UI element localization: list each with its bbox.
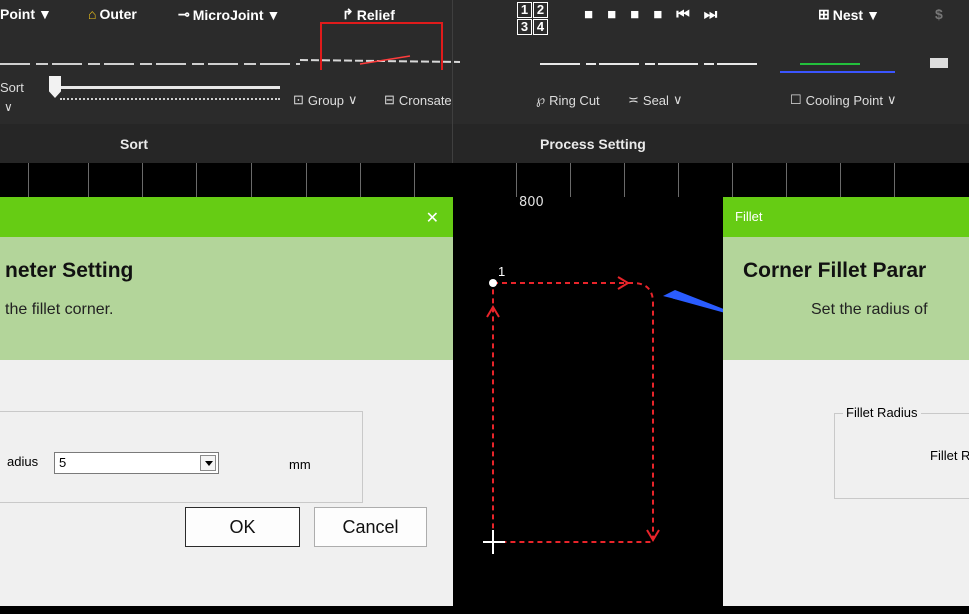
nest-dropdown[interactable]: ⊞ Nest ▼ (818, 6, 880, 23)
fillet-dialog-left: ✕ neter Setting the fillet corner. adius… (0, 197, 453, 606)
dialog-titlebar[interactable]: ✕ (0, 197, 453, 237)
order-4: 4 (533, 19, 548, 35)
chevron-down-icon: ▼ (38, 6, 52, 22)
part-contour (492, 282, 654, 543)
fillet-radius-group: adius 5 mm (0, 411, 363, 503)
ok-button[interactable]: OK (185, 507, 300, 547)
layer-tools: ■ ■ ■ ■ ⏮ ⏭ (584, 6, 717, 23)
point-label: Point (0, 6, 35, 22)
ring-cut-label: Ring Cut (549, 92, 600, 108)
radius-value: 5 (59, 455, 67, 470)
ribbon-row-1: Point ▼ ⌂ Outer ⊸ MicroJoint ▼ ↱ Relief … (0, 2, 969, 35)
drawing-canvas[interactable] (453, 197, 723, 614)
chevron-down-icon: ∨ (348, 92, 358, 107)
radius-combo[interactable]: 5 (54, 452, 219, 474)
unit-label: mm (289, 457, 311, 472)
order-1: 1 (517, 2, 532, 18)
sort-section-label: Sort (120, 136, 148, 152)
seal-dropdown[interactable]: ≍ Seal ∨ (628, 92, 682, 108)
fillet-dialog-right: Fillet Corner Fillet Parar Set the radiu… (723, 197, 969, 606)
highlight-box (320, 22, 443, 70)
compensate-button[interactable]: ⊟ Cronsate (384, 92, 452, 108)
origin-crosshair (483, 530, 505, 554)
seal-icon: ≍ (628, 92, 639, 107)
order-3: 3 (517, 19, 532, 35)
dialog-header: neter Setting the fillet corner. (0, 237, 453, 360)
microjoint-label: MicroJoint (192, 6, 264, 23)
radius-label: Fillet R (930, 448, 969, 463)
cooling-point-icon: ☐ (790, 92, 802, 107)
chevron-down-icon[interactable]: ∨ (4, 100, 13, 114)
bring-forward-icon[interactable]: ■ (584, 6, 593, 23)
sort-label: Sort (0, 80, 24, 95)
dialog-header: Corner Fillet Parar Set the radius of (723, 237, 969, 360)
close-icon[interactable]: ✕ (426, 208, 439, 228)
relief-icon: ↱ (342, 6, 354, 22)
cooling-point-label: Cooling Point (805, 92, 883, 108)
ring-cut-icon: ℘ (536, 92, 546, 107)
cancel-button[interactable]: Cancel (314, 507, 427, 547)
dropdown-arrow-icon[interactable] (200, 455, 216, 471)
order-grid-button[interactable]: 1 2 3 4 (517, 2, 548, 35)
start-point-marker (489, 279, 497, 287)
dialog-subheading: Set the radius of (811, 301, 928, 318)
microjoint-dropdown[interactable]: ⊸ MicroJoint ▼ (178, 6, 280, 23)
group-title: Fillet Radius (843, 405, 921, 420)
ring-cut-button[interactable]: ℘ Ring Cut (536, 92, 600, 108)
microjoint-icon: ⊸ (178, 6, 190, 22)
group-dropdown[interactable]: ⊡ Group ∨ (293, 92, 358, 108)
start-point-label: 1 (498, 264, 506, 279)
sort-slider-thumb[interactable] (49, 76, 61, 98)
chevron-down-icon: ▼ (266, 6, 281, 23)
chevron-down-icon: ∨ (672, 92, 683, 107)
send-backward-icon[interactable]: ■ (607, 6, 616, 23)
sort-slider-track[interactable] (60, 86, 280, 89)
dialog-heading: Corner Fillet Parar (743, 259, 927, 282)
relief-button[interactable]: ↱ Relief (342, 6, 395, 23)
sort-slider-ticks (60, 98, 280, 100)
seal-label: Seal (642, 92, 669, 108)
send-back-icon[interactable]: ■ (653, 6, 662, 23)
last-icon[interactable]: ⏭ (704, 6, 718, 23)
chevron-down-icon: ∨ (886, 92, 897, 107)
radius-label: adius (7, 454, 39, 469)
first-icon[interactable]: ⏮ (676, 6, 690, 23)
process-setting-section-label: Process Setting (540, 136, 646, 152)
bring-front-icon[interactable]: ■ (630, 6, 639, 23)
chevron-down-icon: ▼ (866, 6, 880, 23)
dollar-icon[interactable]: $ (935, 6, 943, 22)
relief-label: Relief (356, 6, 395, 23)
outer-icon: ⌂ (88, 6, 97, 22)
dialog-titlebar[interactable]: Fillet (723, 197, 969, 237)
compensate-label: Cronsate (398, 92, 452, 108)
section-divider (452, 0, 453, 163)
compensate-icon: ⊟ (384, 92, 395, 107)
ribbon-toolbar: Point ▼ ⌂ Outer ⊸ MicroJoint ▼ ↱ Relief … (0, 0, 969, 163)
dialog-subheading: the fillet corner. (5, 301, 114, 318)
dialog-window-title: Fillet (735, 209, 763, 224)
top-ruler (0, 163, 969, 197)
ribbon-row-2-artifacts (0, 55, 948, 73)
nest-label: Nest (832, 6, 864, 23)
order-2: 2 (533, 2, 548, 18)
fillet-radius-group: Fillet Radius Fillet R (834, 405, 969, 499)
outer-label: Outer (99, 6, 137, 22)
outer-button[interactable]: ⌂ Outer (88, 6, 137, 22)
nest-icon: ⊞ (818, 6, 830, 22)
group-icon: ⊡ (293, 92, 304, 107)
point-dropdown[interactable]: Point ▼ (0, 6, 52, 22)
dialog-heading: neter Setting (5, 259, 134, 282)
cooling-point-dropdown[interactable]: ☐ Cooling Point ∨ (790, 92, 897, 108)
group-label: Group (307, 92, 345, 108)
